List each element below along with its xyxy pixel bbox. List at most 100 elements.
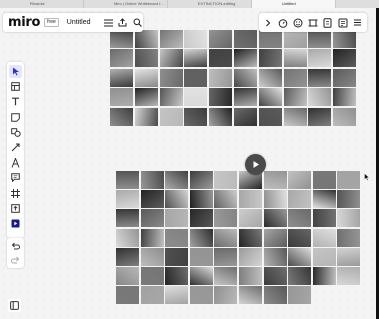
photo-thumbnail[interactable]: [337, 209, 361, 228]
sticky-note-icon[interactable]: [9, 111, 22, 124]
photo-thumbnail[interactable]: [110, 68, 133, 87]
photo-thumbnail[interactable]: [209, 68, 233, 87]
photo-thumbnail[interactable]: [209, 30, 233, 48]
pen-icon[interactable]: [9, 156, 22, 169]
text-icon[interactable]: [9, 95, 22, 108]
photo-thumbnail[interactable]: [165, 190, 189, 209]
photo-thumbnail[interactable]: [116, 209, 139, 228]
photo-thumbnail[interactable]: [184, 68, 208, 87]
photo-thumbnail[interactable]: [214, 171, 238, 189]
photo-thumbnail[interactable]: [134, 107, 158, 126]
photo-thumbnail[interactable]: [337, 228, 361, 247]
photo-thumbnail[interactable]: [263, 267, 287, 285]
photo-thumbnail[interactable]: [116, 228, 139, 247]
photo-thumbnail[interactable]: [258, 49, 282, 68]
photo-thumbnail[interactable]: [312, 171, 336, 189]
photo-thumbnail[interactable]: [140, 171, 164, 189]
photo-thumbnail[interactable]: [165, 171, 189, 189]
photo-thumbnail[interactable]: [110, 88, 133, 107]
redo-icon[interactable]: [9, 254, 22, 266]
photo-thumbnail[interactable]: [189, 209, 213, 228]
photo-thumbnail[interactable]: [214, 209, 238, 228]
photo-thumbnail[interactable]: [214, 190, 238, 209]
photo-thumbnail[interactable]: [165, 228, 189, 247]
photo-thumbnail[interactable]: [308, 88, 332, 107]
photo-thumbnail[interactable]: [239, 209, 262, 228]
photo-thumbnail[interactable]: [263, 209, 287, 228]
photo-thumbnail[interactable]: [134, 68, 158, 87]
photo-thumbnail[interactable]: [263, 286, 287, 305]
photo-thumbnail[interactable]: [263, 190, 287, 209]
photo-thumbnail[interactable]: [140, 247, 164, 266]
photo-thumbnail[interactable]: [312, 228, 336, 247]
photo-thumbnail[interactable]: [312, 209, 336, 228]
photo-thumbnail[interactable]: [159, 49, 183, 68]
photo-thumbnail[interactable]: [134, 88, 158, 107]
photo-thumbnail[interactable]: [283, 30, 307, 48]
photo-thumbnail[interactable]: [258, 88, 282, 107]
photo-thumbnail[interactable]: [263, 171, 287, 189]
photo-thumbnail[interactable]: [140, 228, 164, 247]
photo-thumbnail[interactable]: [239, 286, 262, 305]
photo-thumbnail[interactable]: [159, 88, 183, 107]
photo-thumbnail[interactable]: [189, 190, 213, 209]
photo-thumbnail[interactable]: [140, 286, 164, 305]
photo-thumbnail[interactable]: [283, 68, 307, 87]
photo-thumbnail[interactable]: [283, 107, 307, 126]
more-icon[interactable]: [352, 17, 363, 28]
photo-thumbnail[interactable]: [214, 267, 238, 285]
photo-thumbnail[interactable]: [333, 107, 357, 126]
chevron-right-icon[interactable]: [263, 17, 274, 28]
photo-thumbnail[interactable]: [288, 267, 312, 285]
photo-thumbnail[interactable]: [234, 107, 257, 126]
apps-icon[interactable]: [9, 217, 22, 230]
photo-thumbnail[interactable]: [140, 267, 164, 285]
photo-thumbnail[interactable]: [165, 267, 189, 285]
undo-icon[interactable]: [9, 240, 22, 252]
search-icon[interactable]: [132, 17, 144, 29]
photo-thumbnail[interactable]: [209, 49, 233, 68]
photo-thumbnail[interactable]: [337, 190, 361, 209]
photo-thumbnail[interactable]: [234, 49, 257, 68]
photo-thumbnail[interactable]: [159, 107, 183, 126]
photo-thumbnail[interactable]: [333, 68, 357, 87]
panel-icon[interactable]: [8, 299, 21, 312]
template-icon[interactable]: [9, 80, 22, 93]
shapes-icon[interactable]: [9, 126, 22, 139]
board-name[interactable]: Untitled: [67, 19, 91, 26]
photo-thumbnail[interactable]: [308, 107, 332, 126]
photo-thumbnail[interactable]: [184, 30, 208, 48]
photo-thumbnail[interactable]: [283, 49, 307, 68]
line-icon[interactable]: [9, 141, 22, 154]
browser-tab[interactable]: Untitled: [252, 0, 336, 8]
photo-thumbnail[interactable]: [140, 209, 164, 228]
photo-thumbnail[interactable]: [288, 247, 312, 266]
photo-thumbnail[interactable]: [258, 68, 282, 87]
photo-thumbnail[interactable]: [165, 209, 189, 228]
card-icon[interactable]: [322, 17, 333, 28]
photo-thumbnail[interactable]: [116, 190, 139, 209]
photo-thumbnail[interactable]: [288, 228, 312, 247]
photo-thumbnail[interactable]: [308, 30, 332, 48]
photo-thumbnail[interactable]: [234, 30, 257, 48]
photo-thumbnail[interactable]: [312, 267, 336, 285]
photo-thumbnail[interactable]: [333, 49, 357, 68]
share-icon[interactable]: [117, 17, 129, 29]
photo-thumbnail[interactable]: [140, 190, 164, 209]
reactions-icon[interactable]: [293, 17, 304, 28]
photo-thumbnail[interactable]: [263, 228, 287, 247]
photo-thumbnail[interactable]: [214, 228, 238, 247]
photo-thumbnail[interactable]: [116, 286, 139, 305]
photo-thumbnail[interactable]: [184, 107, 208, 126]
photo-thumbnail[interactable]: [214, 247, 238, 266]
photo-thumbnail[interactable]: [263, 247, 287, 266]
photo-thumbnail[interactable]: [209, 88, 233, 107]
select-icon[interactable]: [9, 65, 22, 78]
photo-thumbnail[interactable]: [312, 247, 336, 266]
notes-icon[interactable]: [337, 17, 348, 28]
photo-thumbnail[interactable]: [209, 107, 233, 126]
photo-thumbnail[interactable]: [312, 190, 336, 209]
photo-thumbnail[interactable]: [337, 247, 361, 266]
photo-thumbnail[interactable]: [308, 49, 332, 68]
photo-thumbnail[interactable]: [333, 88, 357, 107]
